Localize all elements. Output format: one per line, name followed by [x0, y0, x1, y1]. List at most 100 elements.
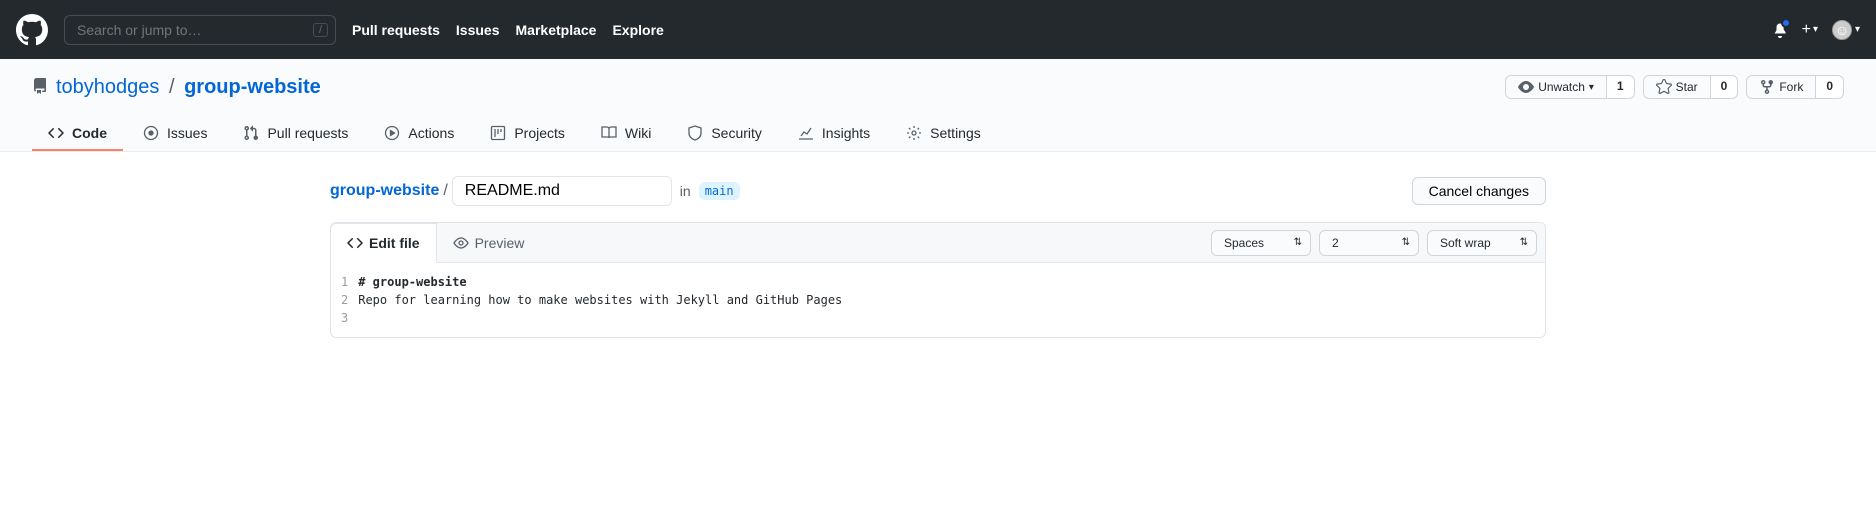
select-caret-icon: ⇅ — [1520, 238, 1528, 248]
avatar: ☺ — [1832, 20, 1852, 40]
slash: / — [163, 76, 180, 98]
github-logo[interactable] — [16, 14, 48, 46]
nav-pull-requests[interactable]: Pull requests — [352, 22, 440, 38]
repo-nav: Code Issues Pull requests Actions Projec… — [32, 117, 1844, 151]
tab-insights[interactable]: Insights — [782, 117, 886, 151]
tab-pulls-label: Pull requests — [267, 125, 348, 141]
repo-title-row: tobyhodges / group-website Unwatch ▾ 1 S… — [32, 75, 1844, 99]
cancel-changes-button[interactable]: Cancel changes — [1412, 177, 1546, 205]
slash-key-hint: / — [313, 23, 328, 37]
line-number: 1 — [341, 273, 348, 291]
caret-down-icon: ▾ — [1813, 24, 1818, 35]
tab-projects[interactable]: Projects — [474, 117, 581, 151]
notifications-button[interactable] — [1772, 21, 1788, 38]
edit-tab-label: Edit file — [369, 235, 420, 251]
tab-actions-label: Actions — [408, 125, 454, 141]
tab-issues[interactable]: Issues — [127, 117, 223, 151]
breadcrumb-root[interactable]: group-website — [330, 182, 439, 200]
tab-pulls[interactable]: Pull requests — [227, 117, 364, 151]
eye-icon — [1518, 79, 1534, 95]
tab-code[interactable]: Code — [32, 117, 123, 151]
tab-settings[interactable]: Settings — [890, 117, 997, 151]
tab-wiki-label: Wiki — [625, 125, 651, 141]
fork-label: Fork — [1779, 80, 1803, 94]
unwatch-button[interactable]: Unwatch ▾ — [1505, 75, 1607, 99]
repo-title: tobyhodges / group-website — [56, 76, 321, 99]
repo-actions: Unwatch ▾ 1 Star 0 Fork 0 — [1505, 75, 1844, 99]
repo-link[interactable]: group-website — [184, 76, 321, 98]
line-number: 3 — [341, 309, 348, 327]
watch-count[interactable]: 1 — [1607, 75, 1635, 99]
tab-code-label: Code — [72, 125, 107, 141]
main-container: group-website / in main Cancel changes E… — [298, 152, 1578, 362]
tab-wiki[interactable]: Wiki — [585, 117, 667, 151]
select-caret-icon: ⇅ — [1294, 238, 1302, 248]
nav-explore[interactable]: Explore — [612, 22, 663, 38]
indent-mode-select[interactable]: Spaces ⇅ — [1211, 230, 1311, 256]
edit-file-tab[interactable]: Edit file — [330, 223, 437, 263]
code-line: # group-website — [358, 273, 842, 291]
breadcrumb-row: group-website / in main Cancel changes — [330, 176, 1546, 206]
in-text: in — [680, 183, 691, 199]
nav-issues[interactable]: Issues — [456, 22, 500, 38]
breadcrumb-slash: / — [443, 182, 447, 200]
fork-count[interactable]: 0 — [1816, 75, 1844, 99]
caret-down-icon: ▾ — [1855, 24, 1860, 35]
search-wrap: / — [64, 15, 336, 45]
star-button[interactable]: Star — [1643, 75, 1711, 99]
indent-size-select[interactable]: 2 ⇅ — [1319, 230, 1419, 256]
code-lines: # group-website Repo for learning how to… — [358, 273, 842, 327]
create-new-dropdown[interactable]: +▾ — [1802, 21, 1818, 39]
fork-button[interactable]: Fork — [1746, 75, 1816, 99]
preview-tab-label: Preview — [475, 235, 525, 251]
shield-icon — [687, 125, 703, 141]
filename-input[interactable] — [452, 176, 672, 206]
user-menu[interactable]: ☺▾ — [1832, 20, 1860, 40]
owner-link[interactable]: tobyhodges — [56, 76, 159, 98]
branch-badge[interactable]: main — [699, 182, 740, 200]
nav-marketplace[interactable]: Marketplace — [516, 22, 597, 38]
nav-links: Pull requests Issues Marketplace Explore — [352, 22, 664, 38]
star-count[interactable]: 0 — [1711, 75, 1739, 99]
tab-projects-label: Projects — [514, 125, 565, 141]
code-icon — [347, 235, 363, 251]
editor-box: Edit file Preview Spaces ⇅ 2 ⇅ Soft wrap… — [330, 222, 1546, 338]
pull-request-icon — [243, 125, 259, 141]
notification-dot — [1781, 18, 1791, 28]
editor-controls: Spaces ⇅ 2 ⇅ Soft wrap ⇅ — [1211, 230, 1545, 256]
indent-size-value: 2 — [1332, 236, 1339, 250]
editor-tabs: Edit file Preview Spaces ⇅ 2 ⇅ Soft wrap… — [331, 223, 1545, 263]
tab-settings-label: Settings — [930, 125, 981, 141]
eye-icon — [453, 235, 469, 251]
code-icon — [48, 125, 64, 141]
issue-icon — [143, 125, 159, 141]
repo-head: tobyhodges / group-website Unwatch ▾ 1 S… — [0, 59, 1876, 152]
plus-icon: + — [1802, 21, 1811, 39]
unwatch-label: Unwatch — [1538, 80, 1585, 94]
search-input[interactable] — [64, 15, 336, 45]
tab-insights-label: Insights — [822, 125, 870, 141]
code-line: Repo for learning how to make websites w… — [358, 291, 842, 309]
wrap-mode-select[interactable]: Soft wrap ⇅ — [1427, 230, 1537, 256]
star-label: Star — [1676, 80, 1698, 94]
repo-icon — [32, 78, 48, 97]
code-editor[interactable]: 1 2 3 # group-website Repo for learning … — [331, 263, 1545, 337]
line-number: 2 — [341, 291, 348, 309]
watch-group: Unwatch ▾ 1 — [1505, 75, 1634, 99]
star-icon — [1656, 79, 1672, 95]
global-header: / Pull requests Issues Marketplace Explo… — [0, 0, 1876, 59]
tab-security[interactable]: Security — [671, 117, 778, 151]
book-icon — [601, 125, 617, 141]
select-caret-icon: ⇅ — [1402, 238, 1410, 248]
indent-mode-value: Spaces — [1224, 236, 1264, 250]
gear-icon — [906, 125, 922, 141]
wrap-mode-value: Soft wrap — [1440, 236, 1491, 250]
star-group: Star 0 — [1643, 75, 1739, 99]
caret-down-icon: ▾ — [1589, 82, 1594, 93]
fork-icon — [1759, 79, 1775, 95]
line-numbers: 1 2 3 — [331, 273, 358, 327]
preview-tab[interactable]: Preview — [437, 224, 541, 262]
play-icon — [384, 125, 400, 141]
header-right: +▾ ☺▾ — [1772, 20, 1860, 40]
tab-actions[interactable]: Actions — [368, 117, 470, 151]
